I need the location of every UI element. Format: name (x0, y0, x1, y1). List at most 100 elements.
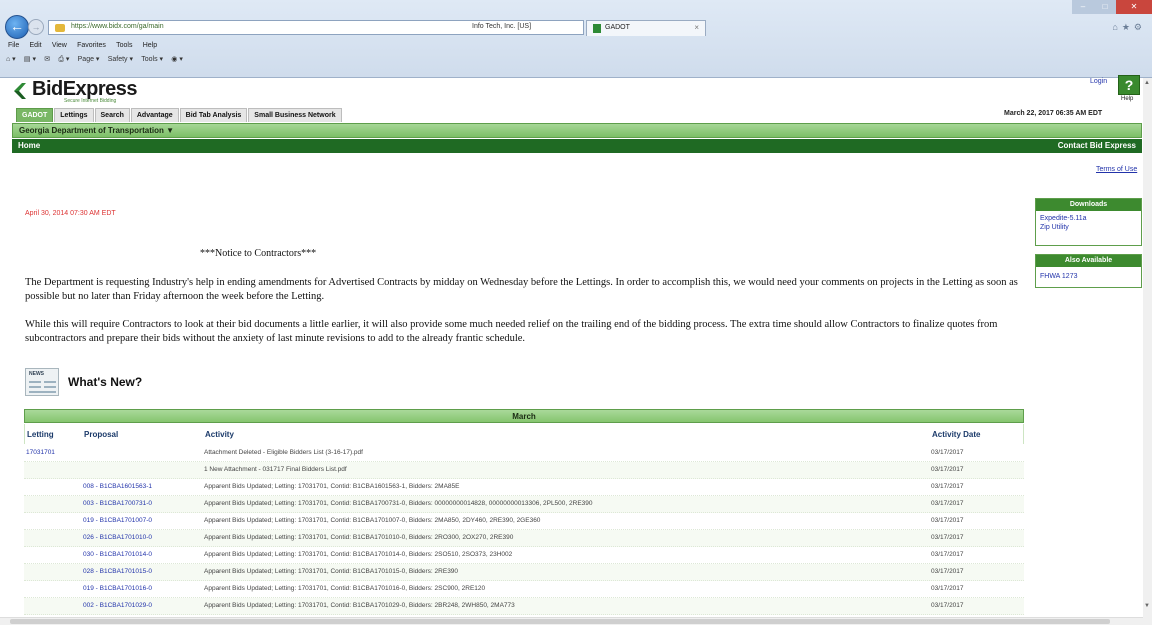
login-link[interactable]: Login (1090, 78, 1107, 85)
help-icon[interactable]: ? (1118, 75, 1140, 95)
proposal-link[interactable]: 030 - B1CBA1701014-0 (83, 551, 152, 558)
help-label[interactable]: Help (1121, 96, 1133, 102)
tab-close-icon[interactable]: × (694, 23, 699, 32)
home-icon[interactable]: ⌂ (1112, 22, 1121, 32)
notice-paragraph-2: While this will require Contractors to l… (25, 319, 998, 344)
command-bar: ⌂ ▾ ▤ ▾ ✉ ⎙ ▾ Page ▾ Safety ▾ Tools ▾ ◉ … (0, 52, 1152, 66)
activity-date: 03/17/2017 (931, 585, 964, 592)
table-row: 026 - B1CBA1701010-0 Apparent Bids Updat… (24, 530, 1024, 547)
notice-title: ***Notice to Contractors*** (200, 248, 317, 259)
forward-arrow-icon[interactable]: → (28, 19, 44, 35)
proposal-link[interactable]: 002 - B1CBA1701029-0 (83, 602, 152, 609)
terms-of-use-link[interactable]: Terms of Use (1096, 166, 1137, 173)
table-row: 030 - B1CBA1701014-0 Apparent Bids Updat… (24, 547, 1024, 564)
address-bar[interactable]: https://www.bidx.com/ga/main Info Tech, … (48, 20, 584, 35)
fhwa-1273-link[interactable]: FHWA 1273 (1036, 272, 1141, 281)
tab-bid-tab-analysis[interactable]: Bid Tab Analysis (179, 108, 248, 122)
notice-date: April 30, 2014 07:30 AM EDT (25, 210, 116, 217)
table-row: 003 - B1CBA1700731-0 Apparent Bids Updat… (24, 496, 1024, 513)
mail-icon[interactable]: ✉ (44, 55, 50, 63)
site-nav-tabs: GADOT Lettings Search Advantage Bid Tab … (16, 108, 343, 122)
address-url[interactable]: https://www.bidx.com/ga/main (71, 23, 164, 30)
tab-advantage[interactable]: Advantage (130, 108, 179, 122)
home-link[interactable]: Home (18, 141, 40, 150)
menu-tools[interactable]: Tools (116, 42, 132, 49)
table-row: 028 - B1CBA1701015-0 Apparent Bids Updat… (24, 564, 1024, 581)
proposal-link[interactable]: 008 - B1CBA1601563-1 (83, 483, 152, 490)
horizontal-scroll-thumb[interactable] (10, 619, 1110, 624)
browser-tab[interactable]: GADOT × (586, 20, 706, 36)
col-activity-date: Activity Date (932, 430, 981, 439)
scroll-down-icon[interactable]: ▼ (1144, 603, 1150, 609)
tab-title: GADOT (605, 24, 630, 31)
menu-view[interactable]: View (52, 42, 67, 49)
menu-help[interactable]: Help (143, 42, 157, 49)
menu-favorites[interactable]: Favorites (77, 42, 106, 49)
contact-bid-express-link[interactable]: Contact Bid Express (1058, 141, 1136, 150)
bidexpress-logo-icon (14, 83, 26, 99)
tab-small-business-network[interactable]: Small Business Network (248, 108, 342, 122)
toolbar-icons: ⌂★⚙ (1112, 22, 1146, 33)
tab-search[interactable]: Search (94, 108, 130, 122)
activity-date: 03/17/2017 (931, 517, 964, 524)
proposal-link[interactable]: 019 - B1CBA1701007-0 (83, 517, 152, 524)
print-icon[interactable]: ⎙ ▾ (58, 55, 69, 64)
menu-edit[interactable]: Edit (30, 42, 42, 49)
close-window-icon[interactable]: ✕ (1116, 0, 1152, 14)
downloads-box: Downloads Expedite-5.11a Zip Utility (1035, 198, 1142, 246)
maximize-icon[interactable]: □ (1094, 0, 1116, 14)
table-row: 1 New Attachment - 031717 Final Bidders … (24, 462, 1024, 479)
proposal-link[interactable]: 026 - B1CBA1701010-0 (83, 534, 152, 541)
activity-table: 17031701 Attachment Deleted - Eligible B… (24, 445, 1024, 615)
newspaper-label: NEWS (29, 371, 44, 377)
table-row: 17031701 Attachment Deleted - Eligible B… (24, 445, 1024, 462)
activity-date: 03/17/2017 (931, 602, 964, 609)
tools-menu[interactable]: Tools ▾ (141, 55, 163, 63)
minimize-icon[interactable]: – (1072, 0, 1094, 14)
agency-dropdown[interactable]: Georgia Department of Transportation ▼ (19, 126, 174, 135)
feeds-icon[interactable]: ▤ ▾ (24, 55, 36, 63)
newspaper-icon: NEWS (25, 368, 59, 396)
activity-text: Apparent Bids Updated; Letting: 17031701… (204, 602, 515, 609)
home-icon[interactable]: ⌂ ▾ (6, 55, 16, 63)
help-circle-icon[interactable]: ◉ ▾ (171, 55, 183, 63)
menu-file[interactable]: File (8, 42, 19, 49)
proposal-link[interactable]: 019 - B1CBA1701016-0 (83, 585, 152, 592)
browser-titlebar: ← → https://www.bidx.com/ga/main Info Te… (0, 0, 1152, 40)
downloads-title: Downloads (1036, 199, 1141, 211)
current-date: March 22, 2017 06:35 AM EDT (1004, 110, 1103, 117)
activity-text: Apparent Bids Updated; Letting: 17031701… (204, 534, 514, 541)
back-arrow-icon[interactable]: ← (5, 15, 29, 39)
table-row: 002 - B1CBA1701029-0 Apparent Bids Updat… (24, 598, 1024, 615)
activity-text: Apparent Bids Updated; Letting: 17031701… (204, 568, 459, 575)
col-letting: Letting (27, 430, 54, 439)
col-proposal: Proposal (84, 430, 119, 439)
also-available-box: Also Available FHWA 1273 (1035, 254, 1142, 288)
notice-paragraph-1: The Department is requesting Industry's … (25, 277, 1018, 302)
also-available-title: Also Available (1036, 255, 1141, 267)
activity-date: 03/17/2017 (931, 534, 964, 541)
proposal-link[interactable]: 003 - B1CBA1700731-0 (83, 500, 152, 507)
zip-utility-link[interactable]: Zip Utility (1036, 223, 1141, 232)
safety-menu[interactable]: Safety ▾ (108, 55, 133, 63)
expedite-download-link[interactable]: Expedite-5.11a (1036, 214, 1141, 223)
horizontal-scrollbar[interactable] (0, 617, 1143, 625)
table-row: 019 - B1CBA1701016-0 Apparent Bids Updat… (24, 581, 1024, 598)
scroll-up-icon[interactable]: ▲ (1144, 80, 1150, 86)
letting-link[interactable]: 17031701 (26, 449, 55, 456)
table-row: 019 - B1CBA1701007-0 Apparent Bids Updat… (24, 513, 1024, 530)
tab-favicon-icon (593, 24, 601, 33)
tab-lettings[interactable]: Lettings (54, 108, 94, 122)
favorites-star-icon[interactable]: ★ (1122, 22, 1134, 32)
settings-gear-icon[interactable]: ⚙ (1134, 22, 1146, 32)
proposal-link[interactable]: 028 - B1CBA1701015-0 (83, 568, 152, 575)
certificate-label[interactable]: Info Tech, Inc. [US] (472, 23, 531, 30)
activity-text: Attachment Deleted - Eligible Bidders Li… (204, 449, 363, 456)
activity-text: Apparent Bids Updated; Letting: 17031701… (204, 517, 541, 524)
menu-bar: File Edit View Favorites Tools Help (0, 40, 1152, 52)
page-menu[interactable]: Page ▾ (78, 55, 100, 63)
activity-text: Apparent Bids Updated; Letting: 17031701… (204, 483, 460, 490)
vertical-scrollbar[interactable]: ▲ ▼ (1143, 78, 1152, 625)
agency-bar: Georgia Department of Transportation ▼ (12, 123, 1142, 138)
tab-gadot[interactable]: GADOT (16, 108, 54, 122)
